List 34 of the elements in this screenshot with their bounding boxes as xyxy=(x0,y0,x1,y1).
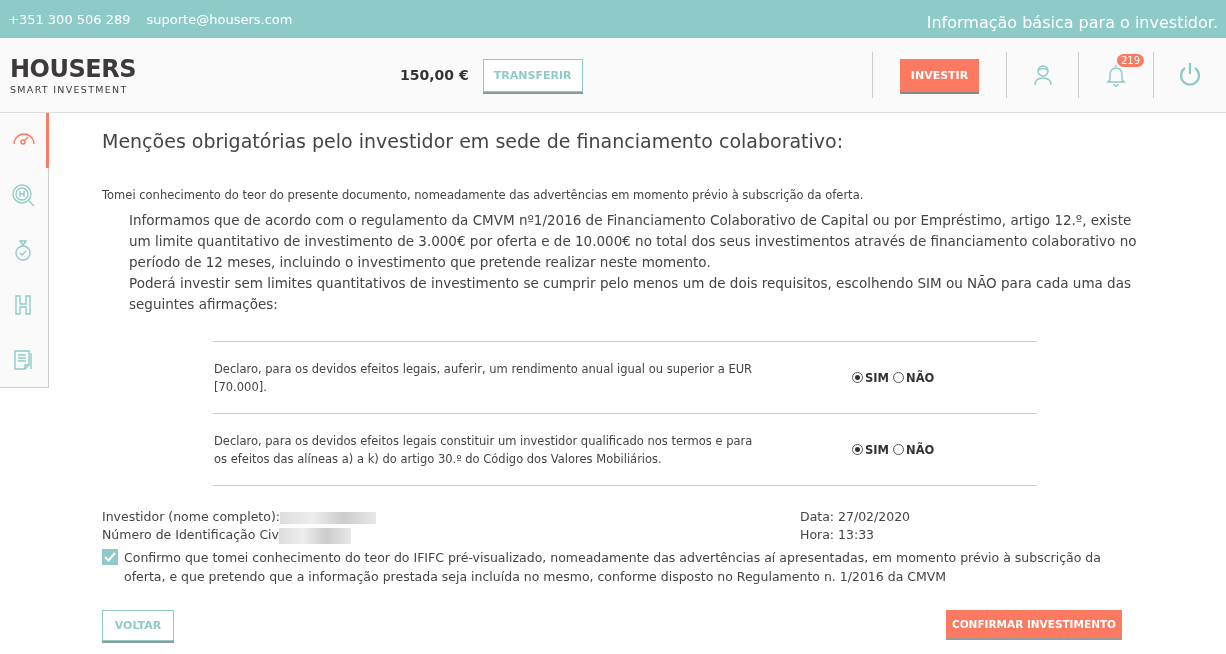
intro-text: Tomei conhecimento do teor do presente documento, nomeadamente das advertências em momento prévio à subscrição da oferta. xyxy=(102,188,865,202)
phone-number: +351 300 506 289 xyxy=(8,11,131,27)
power-icon[interactable] xyxy=(1178,62,1202,88)
transfer-button[interactable]: TRANSFERIR xyxy=(482,58,583,92)
info-paragraph: Poderá investir sem limites quantitativos de investimento se cumprir pelo menos um de dois requisitos, escolhendo SIM ou NÃO para cada uma das seguintes afirmações: xyxy=(129,274,1132,314)
logo-tagline: SMART INVESTMENT xyxy=(10,83,129,95)
declaration-text: Declaro, para os devidos efeitos legais constituir um investidor qualificado nos termos e para os efeitos das alíneas a) a k) do artigo 30.º do Código dos Valores Mobiliários. xyxy=(214,432,754,468)
radio-label: NÃO xyxy=(906,441,935,459)
magnifier-icon xyxy=(11,183,35,208)
declaration-text: Declaro, para os devidos efeitos legais, auferir, um rendimento anual igual ou superior a EUR [70.000]. xyxy=(214,360,754,396)
invest-button[interactable]: INVESTIR xyxy=(900,58,979,92)
user-icon[interactable] xyxy=(1032,64,1053,86)
email-address[interactable]: suporte@housers.com xyxy=(146,11,293,27)
info-link[interactable]: Informação básica para o investidor. xyxy=(926,12,1218,32)
radio-label: SIM xyxy=(865,369,889,387)
radio-label: NÃO xyxy=(906,369,935,387)
confirm-button[interactable]: CONFIRMAR INVESTIMENTO xyxy=(946,610,1122,638)
info-paragraph: Informamos que de acordo com o regulamento da CMVM nº1/2016 de Financiamento Colaborativo de Capital ou por Empréstimo, artigo 12.º, existe um limite quantitativo de investimento de 3.000€ por oferta e de 10.000€ no total dos seus investimentos através de financiamento colaborativo no período de 12 meses, incluindo o investimento que pretende realizar neste momento. xyxy=(129,211,1138,272)
check-icon xyxy=(104,552,116,562)
notification-badge: 219 xyxy=(1117,54,1145,67)
time-text: Hora: 13:33 xyxy=(800,526,876,544)
radio-label: SIM xyxy=(865,441,889,459)
back-button[interactable]: VOLTAR xyxy=(102,610,174,641)
date-text: Data: 27/02/2020 xyxy=(800,508,912,526)
checkbox[interactable] xyxy=(102,549,118,565)
document-icon xyxy=(11,347,35,372)
page-title: Menções obrigatórias pelo investidor em sede de financiamento colaborativo: xyxy=(102,129,845,153)
investor-label: Investidor (nome completo): xyxy=(102,509,280,524)
id-label: Número de Identificação Civ xyxy=(102,527,279,542)
bell-icon[interactable] xyxy=(1105,63,1127,87)
logo[interactable]: HOUSERS xyxy=(10,55,400,82)
confirmation-text: Confirmo que tomei conhecimento do teor do IFIFC pré-visualizado, nomeadamente das advertências aí apresentadas, em momento prévio à subscrição da oferta, e que pretendo que a informação prestada seja incluída no mesmo, conforme disposto no Regulamento n. 1/2016 da CMVM xyxy=(124,549,1102,586)
balance: 150,00 € xyxy=(400,67,469,83)
redacted-value xyxy=(279,527,351,544)
